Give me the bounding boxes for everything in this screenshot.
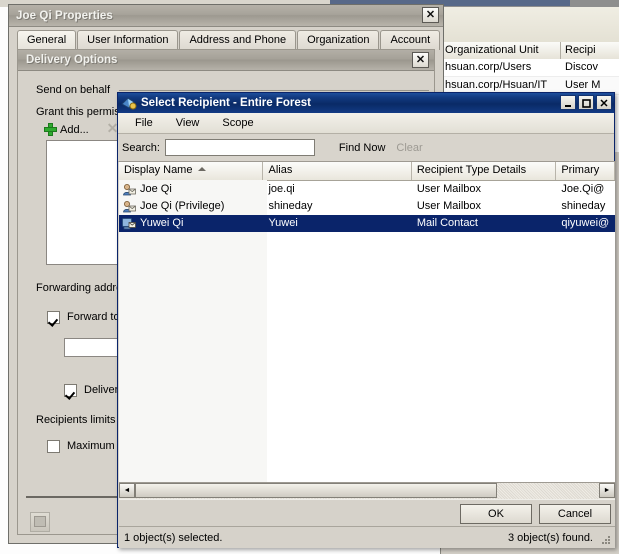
scroll-right-icon[interactable]: ► [599,483,615,498]
search-input[interactable] [164,139,315,156]
separator [26,496,126,498]
recipient-list-header: Display Name Alias Recipient Type Detail… [119,162,615,181]
cell-alias: joe.qi [268,183,295,195]
cell-display-name: Joe Qi [119,181,263,198]
tab-address-and-phone[interactable]: Address and Phone [179,30,297,50]
properties-tabstrip[interactable]: General User Information Address and Pho… [9,27,443,50]
column-header-recipient-type-details[interactable]: Recipient Type Details [412,162,557,180]
group-label-recipients-limits: Recipients limits [36,414,116,426]
sort-ascending-icon [198,167,207,172]
cell-recipient-type: User Mailbox [416,200,482,212]
properties-title-text: Joe Qi Properties [16,9,113,22]
cell-primary: shineday [561,200,606,212]
cell-text: Joe Qi (Privilege) [140,200,225,212]
cell-recipient-type: User Mailbox [416,183,482,195]
scrollbar-track[interactable] [135,483,599,499]
tab-organization[interactable]: Organization [297,30,380,50]
cancel-button[interactable]: Cancel [539,504,611,524]
properties-titlebar[interactable]: Joe Qi Properties ✕ [9,5,443,27]
close-icon[interactable]: ✕ [422,7,439,23]
tab-general[interactable]: General [17,30,77,50]
table-row[interactable]: Yuwei Qi Yuwei Mail Contact qiyuwei@ [119,215,615,232]
cell-display-name: Joe Qi (Privilege) [119,198,263,215]
cell-recipient-type: Mail Contact [416,217,478,229]
cell-alias: shineday [268,200,313,212]
close-icon[interactable] [596,95,612,110]
forest-recipient-icon [121,96,137,110]
menu-scope[interactable]: Scope [213,116,262,130]
horizontal-scrollbar[interactable]: ◄ ► [119,482,615,499]
delivery-options-title-text: Delivery Options [26,54,118,66]
select-recipient-titlebar[interactable]: Select Recipient - Entire Forest [118,93,614,113]
search-bar: Search: Find Now Clear [118,134,614,162]
status-bar: 1 object(s) selected. 3 object(s) found. [119,526,615,548]
maximize-icon[interactable] [578,95,594,110]
status-objects-found: 3 object(s) found. [508,531,593,544]
select-recipient-title-text: Select Recipient - Entire Forest [141,97,311,109]
add-button[interactable]: Add... [44,123,89,136]
resize-grip-icon[interactable] [600,534,612,546]
user-mailbox-icon [122,200,136,213]
user-mailbox-icon [122,183,136,196]
column-header-primary[interactable]: Primary [556,162,615,180]
background-grid-header: Organizational Unit Recipi [441,42,619,60]
find-now-button[interactable]: Find Now [339,142,385,154]
ok-button[interactable]: OK [460,504,532,524]
add-button-label: Add... [60,123,89,136]
background-cell-ou: hsuan.corp/Users [445,61,532,73]
group-label-send-on-behalf: Send on behalf [36,84,111,96]
status-objects-selected: 1 object(s) selected. [124,531,223,544]
dialog-button-bar: OK Cancel [119,499,615,527]
select-recipient-dialog[interactable]: Select Recipient - Entire Forest File Vi… [117,92,615,548]
close-icon[interactable]: ✕ [412,52,429,68]
background-cell-type: Discov [565,61,599,73]
background-table-row[interactable]: hsuan.corp/Users Discov [441,59,619,76]
tab-account[interactable]: Account [380,30,441,50]
table-row[interactable]: Joe Qi (Privilege) shineday User Mailbox… [119,198,615,215]
checkbox-deliver-message[interactable] [64,384,77,397]
column-header-display-name[interactable]: Display Name [119,162,264,180]
menu-file[interactable]: File [126,116,162,130]
scroll-left-icon[interactable]: ◄ [119,483,135,498]
checkbox-maximum-recipients[interactable] [47,440,60,453]
column-header-alias[interactable]: Alias [263,162,412,180]
label-forward-to: Forward to: [67,311,123,323]
cell-text: Joe Qi [140,183,172,195]
group-rule [119,90,429,91]
cell-primary: Joe.Qi@ [561,183,605,195]
cell-alias: Yuwei [268,217,298,229]
menu-view[interactable]: View [167,116,209,130]
recipient-rows: Joe Qi joe.qi User Mailbox Joe.Qi@ Joe Q… [119,181,615,232]
label-grant-permission: Grant this permiss [36,106,126,118]
cell-primary: qiyuwei@ [561,217,610,229]
background-column-organizational-unit[interactable]: Organizational Unit [441,42,561,59]
recipient-list[interactable]: Display Name Alias Recipient Type Detail… [119,161,615,482]
background-column-recipient-type[interactable]: Recipi [561,42,619,59]
cell-display-name: Yuwei Qi [119,215,263,232]
mail-contact-icon [122,217,136,230]
minimize-icon[interactable] [560,95,576,110]
search-label: Search: [122,141,160,154]
help-icon[interactable] [30,512,50,532]
clear-button: Clear [396,141,423,154]
table-row[interactable]: Joe Qi joe.qi User Mailbox Joe.Qi@ [119,181,615,198]
checkbox-forward-to[interactable] [47,311,60,324]
column-header-label: Display Name [124,164,193,176]
delivery-options-titlebar[interactable]: Delivery Options ✕ [18,50,434,71]
screen: Organizational Unit Recipi hsuan.corp/Us… [0,0,619,554]
group-label-forwarding-address: Forwarding addre [36,282,123,294]
scrollbar-thumb[interactable] [135,483,497,498]
window-controls[interactable] [558,95,612,110]
cell-text: Yuwei Qi [140,217,184,229]
tab-user-information[interactable]: User Information [77,30,179,50]
select-recipient-menubar[interactable]: File View Scope [118,113,614,134]
plus-icon [44,123,57,136]
